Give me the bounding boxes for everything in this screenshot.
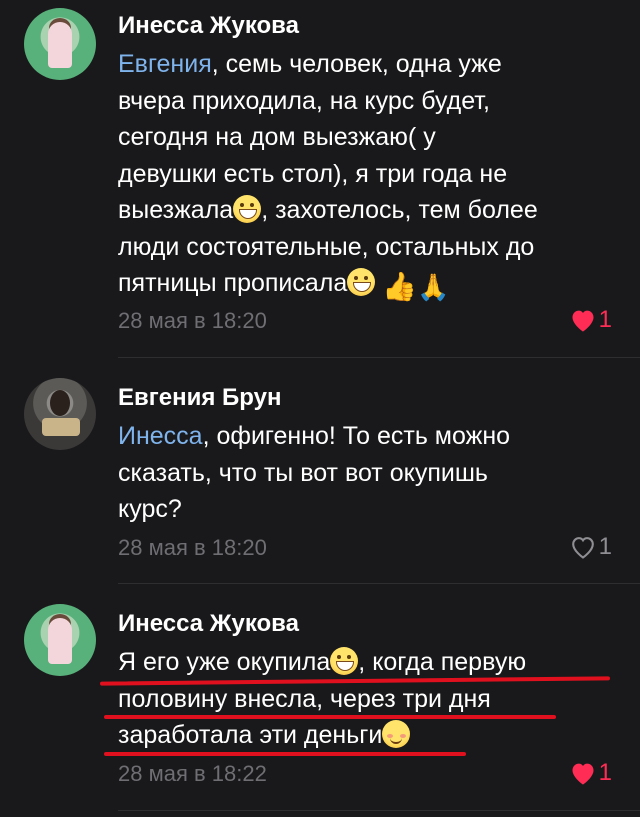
avatar[interactable]	[24, 8, 96, 80]
comment-timestamp[interactable]: 28 мая в 18:20	[118, 308, 267, 334]
comment-author[interactable]: Евгения Брун	[118, 384, 281, 412]
mention-link[interactable]: Евгения	[118, 50, 212, 78]
like-count: 1	[598, 759, 612, 786]
heart-icon	[571, 537, 594, 559]
comment-line: сказать, что ты вот вот окупишь	[118, 458, 488, 487]
like-count: 1	[598, 306, 612, 333]
comment-text-fragment: , захотелось, тем более	[261, 196, 538, 224]
mention-link[interactable]: Инесса	[118, 422, 203, 450]
comment-text: Евгения, семь человек, одна уже вчера пр…	[118, 46, 618, 302]
comment-item: Инесса Жукова Евгения, семь человек, одн…	[0, 0, 640, 358]
folded-hands-emoji-icon: 🙏	[417, 272, 450, 302]
grinning-emoji-icon	[233, 195, 262, 223]
like-button[interactable]: 1	[569, 533, 612, 561]
comment-timestamp[interactable]: 28 мая в 18:20	[118, 535, 267, 561]
comment-line: курс?	[118, 495, 182, 523]
grinning-emoji-icon	[330, 647, 359, 675]
comment-text-fragment: , когда первую	[358, 648, 527, 676]
comment-line: Инесса, офигенно! То есть можно	[118, 418, 618, 455]
comment-text-fragment: заработала эти деньги	[118, 721, 383, 749]
like-count: 1	[598, 533, 612, 560]
avatar-figure	[48, 22, 72, 68]
divider	[118, 810, 640, 811]
highlight-underline	[104, 752, 466, 756]
comment-item: Инесса Жукова Я его уже окупила , когда п…	[0, 584, 640, 817]
comment-timestamp[interactable]: 28 мая в 18:22	[118, 761, 267, 787]
comment-line: пятницы прописала 👍 🙏	[118, 265, 618, 302]
comment-line: люди состоятельные, остальных до	[118, 232, 535, 261]
avatar-hair	[50, 390, 70, 416]
comment-line: заработала эти деньги	[118, 717, 618, 754]
avatar[interactable]	[24, 604, 96, 676]
heart-icon	[572, 763, 594, 785]
heart-icon	[572, 310, 594, 332]
highlight-underline	[104, 715, 556, 719]
comment-author[interactable]: Инесса Жукова	[118, 12, 299, 40]
comment-line: Евгения, семь человек, одна уже	[118, 46, 618, 83]
avatar-figure	[42, 418, 80, 436]
smiling-emoji-icon	[382, 720, 411, 748]
comment-line: выезжала , захотелось, тем более	[118, 192, 618, 229]
comment-text-fragment: Я его уже окупила	[118, 648, 331, 676]
comment-line: девушки есть стол), я три года не	[118, 159, 508, 188]
avatar-figure	[48, 618, 72, 664]
like-button[interactable]: 1	[569, 306, 612, 334]
comment-line: Я его уже окупила , когда первую	[118, 644, 618, 681]
comment-text-fragment: , семь человек, одна уже	[211, 50, 502, 78]
comment-text: Я его уже окупила , когда первую половину…	[118, 644, 618, 754]
avatar[interactable]	[24, 378, 96, 450]
comment-text-fragment: пятницы прописала	[118, 269, 348, 297]
comment-item: Евгения Брун Инесса, офигенно! То есть м…	[0, 358, 640, 584]
comment-line: половину внесла, через три дня	[118, 684, 491, 713]
comment-text-fragment: , офигенно! То есть можно	[202, 422, 511, 450]
comment-line: сегодня на дом выезжаю( у	[118, 123, 436, 151]
comment-line: вчера приходила, на курс будет,	[118, 86, 490, 115]
thumbs-up-emoji-icon: 👍	[382, 271, 418, 302]
comment-text-fragment: выезжала	[118, 196, 234, 224]
comment-author[interactable]: Инесса Жукова	[118, 610, 299, 638]
grinning-emoji-icon	[347, 268, 376, 296]
like-button[interactable]: 1	[569, 759, 612, 787]
comment-text: Инесса, офигенно! То есть можно сказать,…	[118, 418, 618, 528]
